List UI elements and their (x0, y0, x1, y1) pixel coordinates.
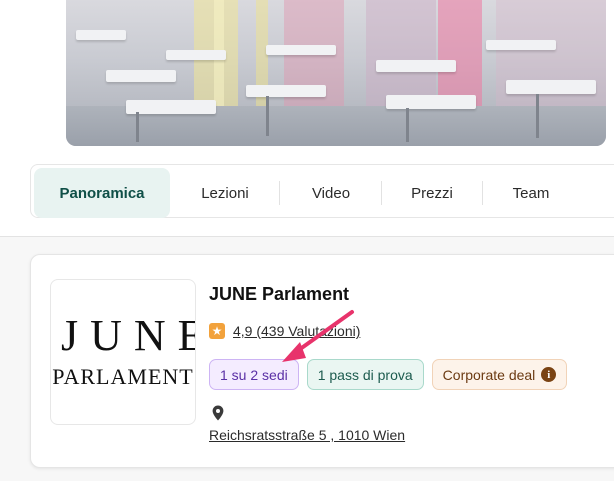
studio-hero-image (66, 0, 606, 146)
studio-info-card: JUNE PARLAMENT JUNE Parlament ★ 4,9 (439… (30, 254, 614, 468)
ratings-link[interactable]: 4,9 (439 Valutazioni) (233, 323, 360, 339)
tab-team[interactable]: Team (491, 168, 571, 218)
studio-rating: ★ 4,9 (439 Valutazioni) (209, 323, 360, 339)
corporate-deal-badge[interactable]: Corporate deal i (431, 359, 568, 390)
locations-badge-label: 1 su 2 sedi (220, 366, 288, 383)
map-pin-icon (212, 405, 224, 421)
studio-page: Panoramica Lezioni Video Prezzi Team JUN… (0, 0, 614, 481)
star-icon: ★ (209, 323, 225, 339)
studio-name: JUNE Parlament (209, 284, 350, 304)
trial-pass-badge: 1 pass di prova (306, 359, 424, 390)
corporate-deal-badge-label: Corporate deal (442, 366, 536, 383)
tab-lezioni[interactable]: Lezioni (181, 168, 269, 218)
tab-video[interactable]: Video (289, 168, 373, 218)
tab-separator (279, 181, 280, 205)
studio-tab-bar: Panoramica Lezioni Video Prezzi Team (30, 164, 614, 218)
logo-text-parlament: PARLAMENT (52, 364, 194, 389)
studio-address-link[interactable]: Reichsratsstraße 5 , 1010 Wien (209, 427, 405, 443)
logo-text-june: JUNE (61, 311, 195, 360)
tab-prezzi[interactable]: Prezzi (391, 168, 473, 218)
tab-separator (381, 181, 382, 205)
studio-logo: JUNE PARLAMENT (50, 279, 196, 425)
trial-pass-badge-label: 1 pass di prova (317, 366, 413, 383)
locations-badge[interactable]: 1 su 2 sedi (209, 359, 299, 390)
tab-panoramica[interactable]: Panoramica (34, 168, 170, 218)
studio-badges: 1 su 2 sedi 1 pass di prova Corporate de… (209, 359, 568, 390)
info-icon[interactable]: i (541, 367, 557, 382)
tab-separator (482, 181, 483, 205)
